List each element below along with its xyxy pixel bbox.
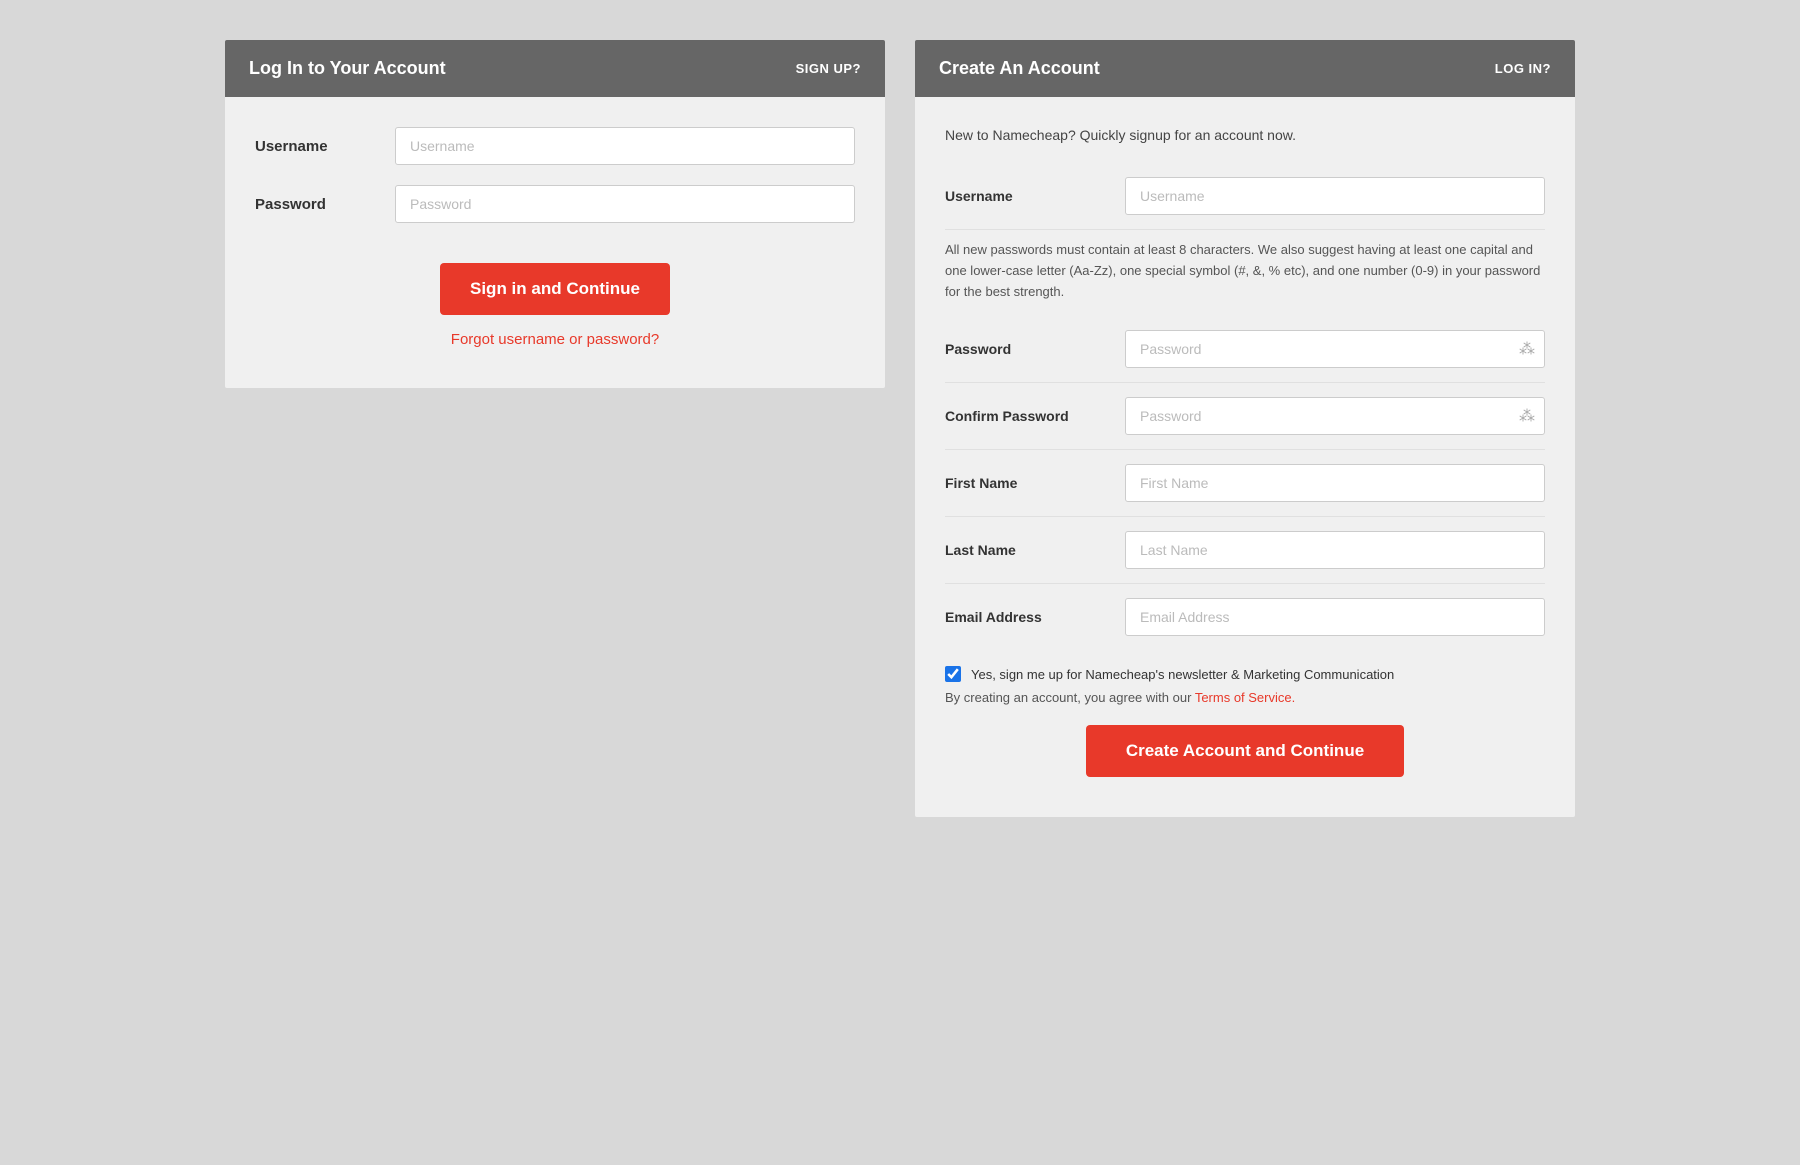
create-firstname-label: First Name [945,475,1105,491]
create-firstname-row: First Name [945,450,1545,517]
login-link[interactable]: LOG IN? [1495,61,1551,76]
newsletter-row: Yes, sign me up for Namecheap's newslett… [945,650,1545,690]
create-confirm-label: Confirm Password [945,408,1105,424]
create-firstname-input-wrap [1125,464,1545,502]
create-username-row: Username [945,163,1545,230]
password-toggle-icon[interactable]: ⁂ [1519,339,1535,359]
create-panel-body: New to Namecheap? Quickly signup for an … [915,97,1575,817]
confirm-toggle-icon[interactable]: ⁂ [1519,406,1535,426]
newsletter-checkbox[interactable] [945,666,961,682]
create-confirm-input[interactable] [1125,397,1545,435]
create-email-input[interactable] [1125,598,1545,636]
tos-text: By creating an account, you agree with o… [945,690,1545,705]
create-panel-title: Create An Account [939,58,1100,79]
create-lastname-input-wrap [1125,531,1545,569]
login-panel: Log In to Your Account SIGN UP? Username… [225,40,885,388]
create-username-input-wrap [1125,177,1545,215]
create-password-label: Password [945,341,1105,357]
create-email-input-wrap [1125,598,1545,636]
create-username-label: Username [945,188,1105,204]
create-lastname-input[interactable] [1125,531,1545,569]
create-account-button[interactable]: Create Account and Continue [1086,725,1404,777]
create-lastname-row: Last Name [945,517,1545,584]
forgot-link[interactable]: Forgot username or password? [451,331,659,348]
password-label: Password [255,196,375,213]
create-form: Username All new passwords must contain … [945,163,1545,650]
create-confirm-input-wrap: ⁂ [1125,397,1545,435]
login-panel-header: Log In to Your Account SIGN UP? [225,40,885,97]
create-password-input-wrap: ⁂ [1125,330,1545,368]
login-form: Username Password Sign in and Continue F… [255,127,855,348]
create-panel: Create An Account LOG IN? New to Nameche… [915,40,1575,817]
create-password-input[interactable] [1125,330,1545,368]
tos-link[interactable]: Terms of Service. [1195,690,1295,705]
username-input[interactable] [395,127,855,165]
username-label: Username [255,138,375,155]
signup-link[interactable]: SIGN UP? [796,61,861,76]
create-email-label: Email Address [945,609,1105,625]
create-firstname-input[interactable] [1125,464,1545,502]
create-btn-wrap: Create Account and Continue [945,725,1545,777]
password-input[interactable] [395,185,855,223]
tos-prefix: By creating an account, you agree with o… [945,690,1195,705]
create-intro-text: New to Namecheap? Quickly signup for an … [945,127,1545,143]
signin-button[interactable]: Sign in and Continue [440,263,670,315]
create-email-row: Email Address [945,584,1545,650]
create-username-input[interactable] [1125,177,1545,215]
create-password-row: Password ⁂ [945,316,1545,383]
create-lastname-label: Last Name [945,542,1105,558]
password-row: Password [255,185,855,223]
password-hint-block: All new passwords must contain at least … [945,230,1545,316]
password-hint-text: All new passwords must contain at least … [945,240,1545,302]
login-panel-title: Log In to Your Account [249,58,446,79]
create-panel-header: Create An Account LOG IN? [915,40,1575,97]
login-panel-body: Username Password Sign in and Continue F… [225,97,885,388]
username-row: Username [255,127,855,165]
newsletter-label: Yes, sign me up for Namecheap's newslett… [971,667,1394,682]
login-actions: Sign in and Continue Forgot username or … [255,253,855,348]
create-confirm-row: Confirm Password ⁂ [945,383,1545,450]
